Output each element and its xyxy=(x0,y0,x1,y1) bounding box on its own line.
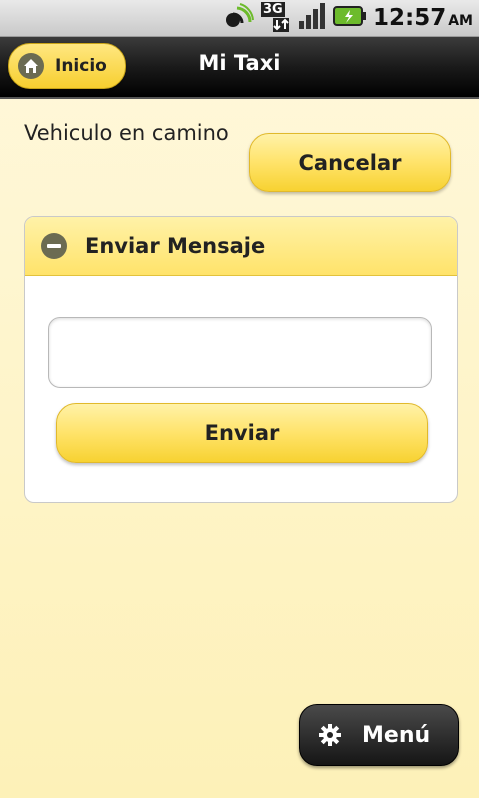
collapse-minus-icon xyxy=(41,233,67,259)
send-message-panel: Enviar Mensaje Enviar xyxy=(24,216,458,503)
send-message-panel-header[interactable]: Enviar Mensaje xyxy=(25,217,457,276)
gear-icon xyxy=(316,721,344,749)
battery-icon xyxy=(333,5,367,31)
send-button[interactable]: Enviar xyxy=(56,403,428,463)
sync-icon xyxy=(225,2,255,34)
network-3g-icon: 3G xyxy=(261,2,291,33)
status-icons: 3G 12:57 AM xyxy=(225,0,473,36)
send-message-panel-title: Enviar Mensaje xyxy=(85,234,266,258)
clock-ampm: AM xyxy=(448,13,473,29)
clock-time: 12:57 xyxy=(373,5,447,31)
menu-button[interactable]: Menú xyxy=(299,704,459,766)
signal-icon xyxy=(297,1,327,35)
message-input[interactable] xyxy=(48,317,432,388)
status-bar: 3G 12:57 AM xyxy=(0,0,479,37)
send-button-label: Enviar xyxy=(204,421,280,445)
page-title: Mi Taxi xyxy=(198,51,281,75)
cancel-button[interactable]: Cancelar xyxy=(249,133,451,192)
trip-status-text: Vehiculo en camino xyxy=(24,121,229,145)
menu-button-label: Menú xyxy=(362,722,431,748)
app-header: Inicio Mi Taxi xyxy=(0,37,479,99)
clock: 12:57 AM xyxy=(373,5,473,31)
cancel-button-label: Cancelar xyxy=(298,150,402,175)
